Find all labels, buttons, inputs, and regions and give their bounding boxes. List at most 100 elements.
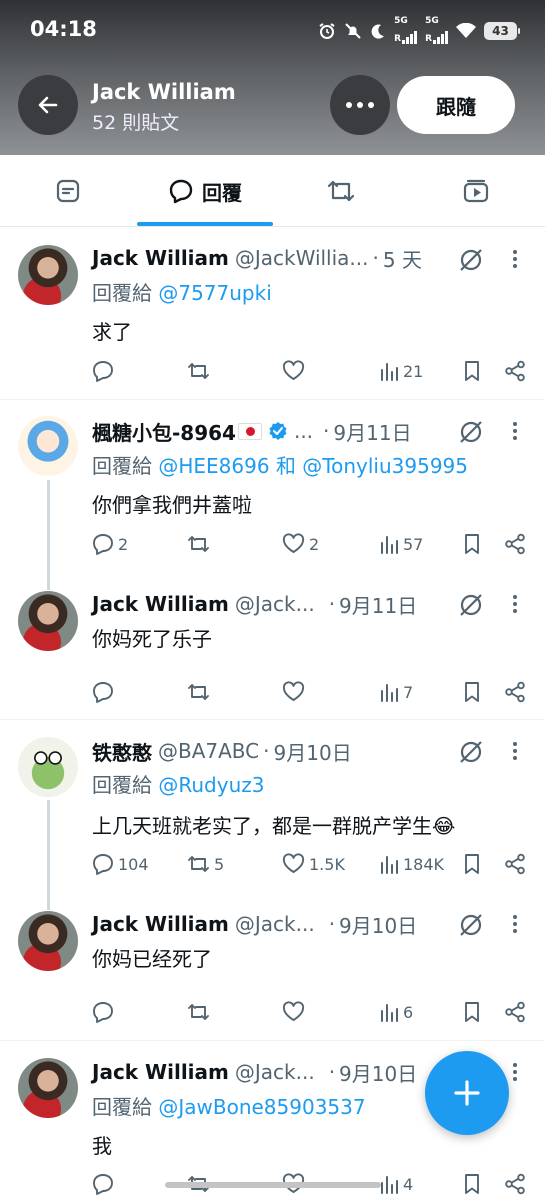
author-name[interactable]: 楓糖小包-8964	[92, 417, 236, 446]
home-indicator[interactable]	[165, 1182, 381, 1188]
reply-to-handle[interactable]: @7577upki	[158, 281, 271, 305]
grok-icon[interactable]	[458, 247, 484, 273]
reply-button[interactable]	[92, 358, 118, 384]
like-button[interactable]	[282, 679, 309, 705]
tweet-menu-button[interactable]	[508, 913, 522, 935]
heart-icon	[282, 681, 305, 701]
author-handle: @BA7ABC	[158, 739, 260, 763]
repost-button[interactable]	[186, 358, 214, 384]
author-handle: @Jack...	[234, 592, 315, 616]
like-button[interactable]	[282, 358, 309, 384]
tweet-text: 你妈死了乐子	[92, 627, 212, 651]
like-button[interactable]: 2	[282, 531, 319, 557]
repost-button[interactable]	[186, 531, 214, 557]
grok-icon[interactable]	[458, 739, 484, 765]
tweet-menu-button[interactable]	[508, 1061, 522, 1083]
views-button[interactable]: 4	[379, 1171, 413, 1197]
follow-button[interactable]: 跟隨	[397, 76, 515, 134]
share-button[interactable]	[504, 851, 526, 877]
bookmark-button[interactable]	[463, 358, 481, 384]
grok-icon[interactable]	[458, 912, 484, 938]
reply-icon	[93, 534, 113, 555]
repost-button[interactable]: 5	[186, 851, 224, 877]
repost-button[interactable]	[186, 679, 214, 705]
tweet[interactable]: 铁憨憨 @BA7ABC · 9月10日 回覆給 @Rudyuz3 上几天班就老实…	[0, 720, 545, 895]
tab-media[interactable]	[440, 155, 512, 227]
tweet-menu-button[interactable]	[508, 248, 522, 270]
views-button[interactable]: 184K	[379, 851, 444, 877]
share-button[interactable]	[504, 531, 526, 557]
reply-button[interactable]	[92, 1171, 118, 1197]
reply-to-handle[interactable]: @JawBone85903537	[158, 1095, 365, 1119]
tweet-text: 上几天班就老实了，都是一群脱产学生😂	[92, 814, 456, 838]
bookmark-icon	[465, 1174, 479, 1194]
reply-button[interactable]	[92, 679, 118, 705]
author-name[interactable]: Jack William	[92, 592, 229, 616]
avatar[interactable]	[18, 1058, 78, 1118]
compose-button[interactable]	[425, 1051, 509, 1135]
profile-header: 04:18 5G R 5G R 43 Jack William 52 則貼文 跟…	[0, 0, 545, 155]
tweet-text: 求了	[92, 320, 132, 344]
signal-1: 5G R	[394, 17, 418, 44]
grok-icon[interactable]	[458, 592, 484, 618]
back-button[interactable]	[18, 75, 78, 135]
reply-icon	[93, 361, 113, 382]
reply-to-handle[interactable]: @Rudyuz3	[158, 773, 264, 797]
tweet-menu-button[interactable]	[508, 593, 522, 615]
reply-button[interactable]	[92, 999, 118, 1025]
bookmark-icon	[465, 534, 479, 554]
views-button[interactable]: 7	[379, 679, 413, 705]
repost-count: 5	[214, 854, 225, 874]
share-button[interactable]	[504, 1171, 526, 1197]
bookmark-icon	[465, 361, 479, 381]
tab-posts[interactable]	[30, 155, 106, 227]
author-name[interactable]: Jack William	[92, 1060, 229, 1084]
bookmark-button[interactable]	[463, 851, 481, 877]
bookmark-button[interactable]	[463, 679, 481, 705]
more-options-button[interactable]	[330, 75, 390, 135]
tweet[interactable]: Jack William @Jack... · 9月11日 你妈死了乐子 7	[0, 575, 545, 720]
avatar[interactable]	[18, 416, 78, 476]
tweet[interactable]: Jack William @JackWillia... · 5 天 回覆給 @7…	[0, 228, 545, 400]
tab-reposts[interactable]	[305, 155, 377, 227]
views-button[interactable]: 6	[379, 999, 413, 1025]
bookmark-button[interactable]	[463, 999, 481, 1025]
view-count: 7	[403, 682, 414, 702]
signal-bars-icon	[402, 26, 418, 44]
signal-2: 5G R	[425, 17, 448, 44]
tweet[interactable]: Jack William @Jack... · 9月10日 你妈已经死了 6	[0, 895, 545, 1040]
views-button[interactable]: 21	[379, 358, 423, 384]
tweet-actions: 7	[92, 679, 532, 705]
like-button[interactable]: 1.5K	[282, 851, 345, 877]
tweet-date: 9月10日	[339, 1061, 418, 1086]
reply-icon	[93, 1002, 113, 1023]
reply-prefix: 回覆給	[92, 1095, 152, 1119]
author-name[interactable]: Jack William	[92, 246, 229, 270]
bar-chart-icon	[381, 363, 398, 381]
reply-to-handle[interactable]: @HEE8696 和 @Tonyliu395995	[158, 454, 468, 478]
avatar[interactable]	[18, 911, 78, 971]
views-button[interactable]: 57	[379, 531, 423, 557]
share-button[interactable]	[504, 679, 526, 705]
author-name[interactable]: Jack William	[92, 912, 229, 936]
plus-icon	[454, 1080, 480, 1106]
tweet-menu-button[interactable]	[508, 420, 522, 442]
bookmark-button[interactable]	[463, 531, 481, 557]
tweet[interactable]: 楓糖小包-8964 ... · 9月11日 回覆給 @HEE8696 和 @To…	[0, 400, 545, 575]
repost-button[interactable]	[186, 999, 214, 1025]
share-button[interactable]	[504, 999, 526, 1025]
tweet-menu-button[interactable]	[508, 740, 522, 762]
reply-button[interactable]: 104	[92, 851, 149, 877]
reply-button[interactable]: 2	[92, 531, 128, 557]
bookmark-button[interactable]	[463, 1171, 481, 1197]
share-button[interactable]	[504, 358, 526, 384]
like-button[interactable]	[282, 999, 309, 1025]
dot	[346, 102, 352, 108]
author-name[interactable]: 铁憨憨	[92, 737, 152, 766]
avatar[interactable]	[18, 591, 78, 651]
reply-bubble-icon	[169, 179, 193, 204]
avatar[interactable]	[18, 245, 78, 305]
tab-replies[interactable]: 回覆	[137, 155, 273, 227]
avatar[interactable]	[18, 737, 78, 797]
grok-icon[interactable]	[458, 419, 484, 445]
